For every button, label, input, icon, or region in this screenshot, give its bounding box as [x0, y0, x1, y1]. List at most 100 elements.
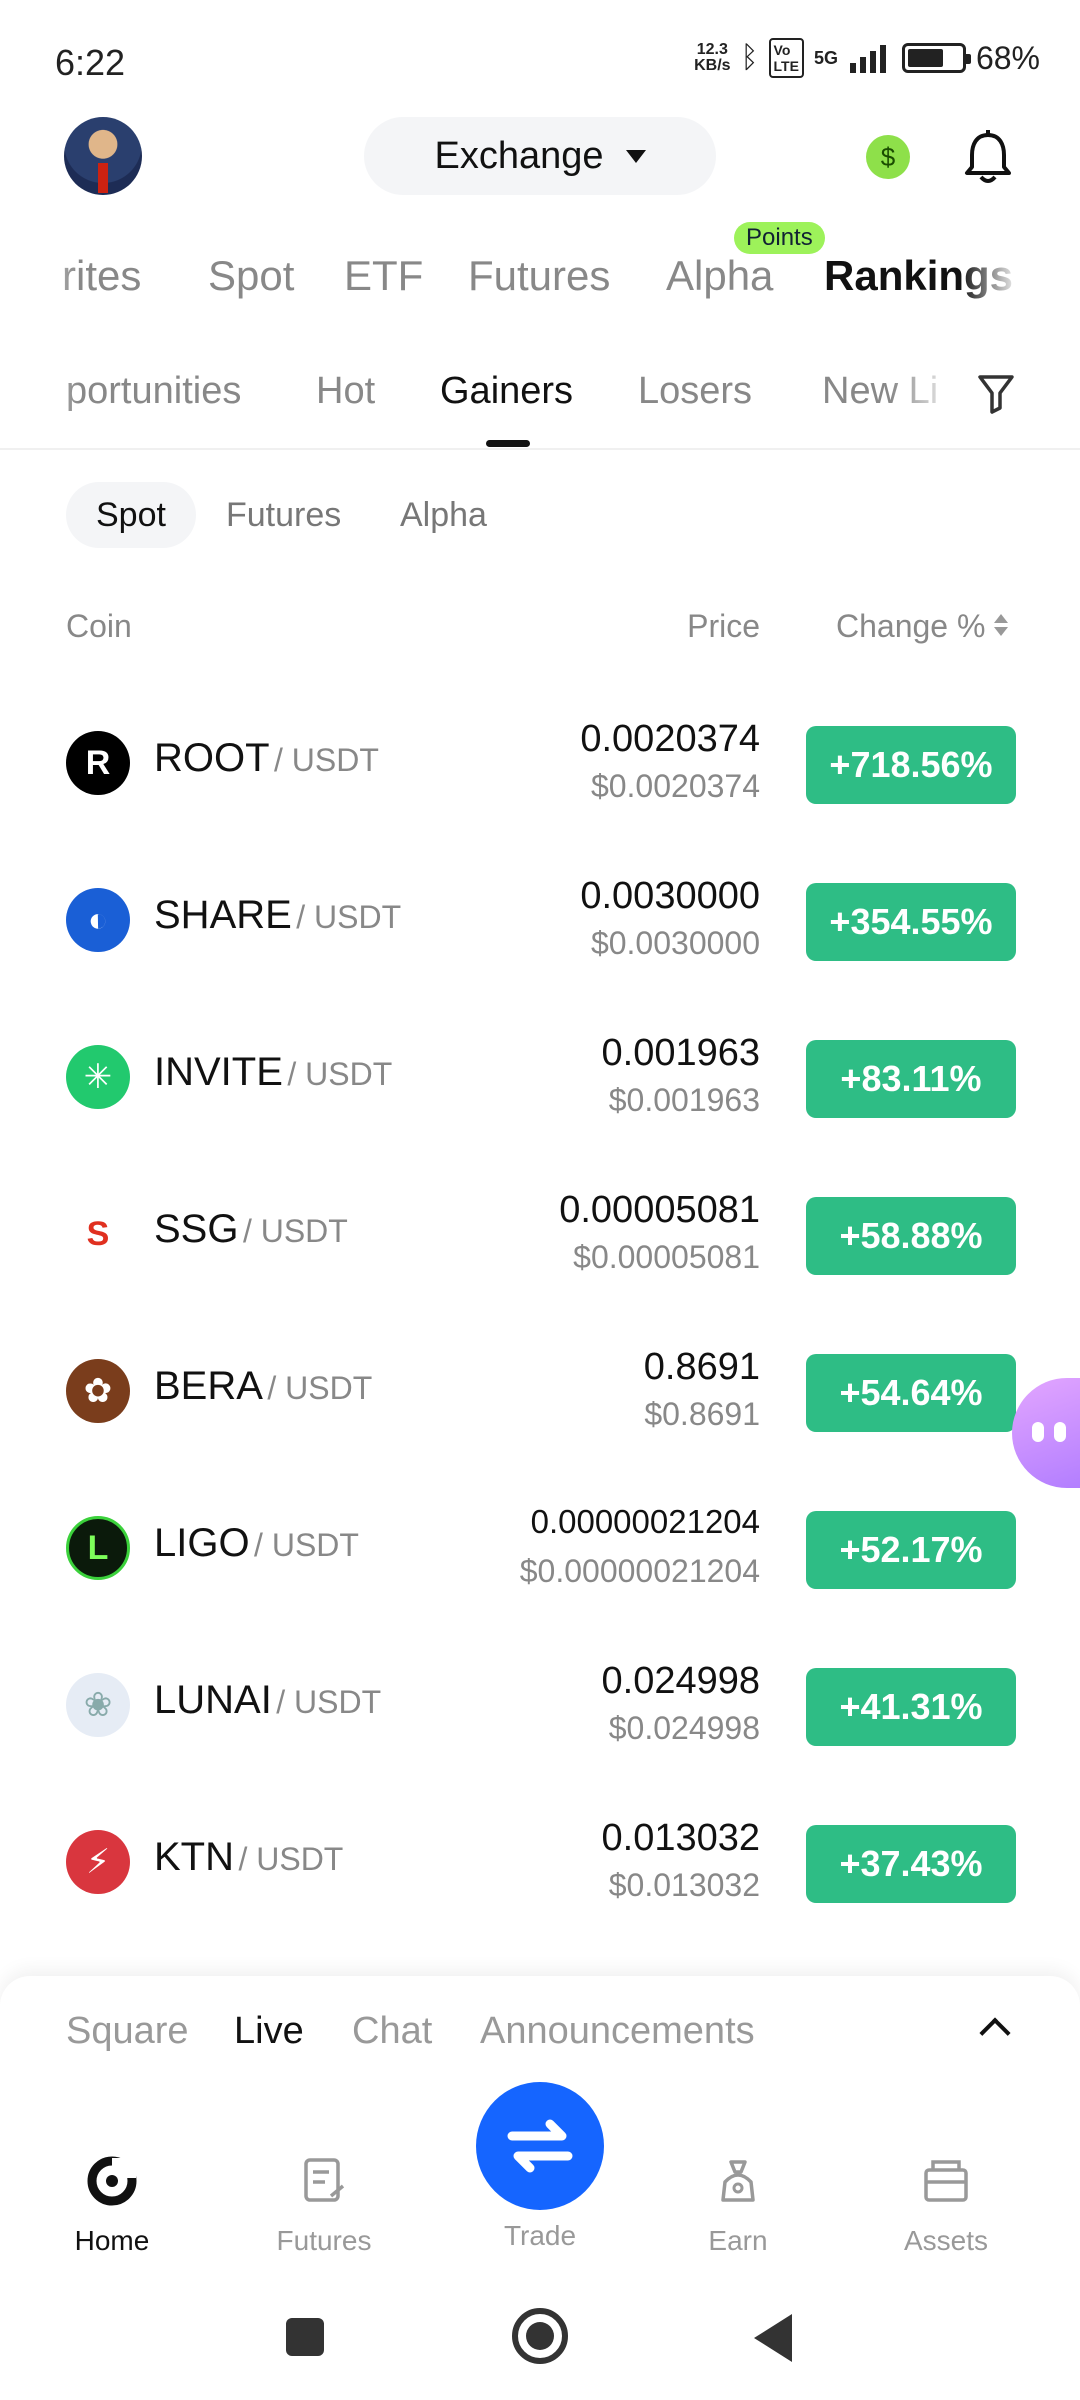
change-badge[interactable]: +83.11%	[806, 1040, 1016, 1118]
nav-trade-label[interactable]: Trade	[470, 2220, 610, 2252]
ranking-sub-tabs: portunities Hot Gainers Losers New Li	[0, 360, 960, 450]
divider	[0, 448, 1080, 450]
coin-logo-icon: ⚡	[66, 1830, 130, 1894]
nav-earn[interactable]: Earn	[668, 2156, 808, 2257]
column-price: Price	[687, 608, 760, 644]
exchange-selector[interactable]: Exchange	[364, 117, 716, 195]
pair-quote: / USDT	[274, 742, 379, 778]
futures-icon	[304, 2158, 345, 2202]
recents-icon[interactable]	[286, 2318, 324, 2356]
pair-base: LIGO	[154, 1521, 250, 1565]
coin-logo-icon: ✳	[66, 1045, 130, 1109]
feed-tab-live[interactable]: Live	[234, 2010, 304, 2053]
usd-price: $0.024998	[608, 1710, 760, 1746]
back-icon[interactable]	[754, 2314, 792, 2362]
home-circle-icon[interactable]	[512, 2308, 568, 2364]
pair-quote: / USDT	[276, 1684, 382, 1720]
tab-spot[interactable]: Spot	[208, 252, 294, 300]
assistant-eye-right	[1054, 1422, 1066, 1442]
subtabs-fade-right	[890, 360, 960, 440]
coin-logo-icon: ✿	[66, 1359, 130, 1423]
pair-base: INVITE	[154, 1050, 283, 1094]
filter-icon[interactable]	[976, 372, 1016, 414]
wallet-icon	[924, 2160, 968, 2202]
pair-quote: / USDT	[287, 1056, 393, 1092]
sub-tab-opportunities[interactable]: portunities	[66, 370, 241, 413]
trade-button[interactable]	[476, 2082, 604, 2210]
change-badge[interactable]: +41.31%	[806, 1668, 1016, 1746]
change-badge[interactable]: +54.64%	[806, 1354, 1016, 1432]
table-row[interactable]: ✳ INVITE / USDT 0.001963 $0.001963 +83.11%	[0, 1002, 1080, 1152]
home-icon	[87, 2156, 137, 2206]
chevron-up-icon[interactable]	[979, 2017, 1011, 2049]
usd-price: $0.00005081	[573, 1239, 760, 1275]
usd-price: $0.0030000	[590, 925, 760, 961]
tab-etf[interactable]: ETF	[344, 252, 423, 300]
bottom-nav: Home Futures Trade Earn Assets	[0, 2076, 1080, 2266]
coin-logo-icon: ❀	[66, 1673, 130, 1737]
table-row[interactable]: L LIGO / USDT 0.00000021204 $0.00000021204 +…	[0, 1473, 1080, 1623]
change-badge[interactable]: +354.55%	[806, 883, 1016, 961]
feed-tab-square[interactable]: Square	[66, 2010, 189, 2053]
coin-logo-icon: ◐	[66, 888, 130, 952]
table-row[interactable]: ◐ SHARE / USDT 0.0030000 $0.0030000 +354.55%	[0, 845, 1080, 995]
earn-icon	[721, 2160, 755, 2202]
network-type: 5G	[813, 47, 838, 68]
system-nav-bar	[0, 2270, 1080, 2400]
change-badge[interactable]: +718.56%	[806, 726, 1016, 804]
pair-base: LUNAI	[154, 1678, 272, 1722]
segment-futures[interactable]: Futures	[196, 482, 371, 548]
sort-icon[interactable]	[992, 612, 1010, 640]
bluetooth-icon: ᛒ	[740, 41, 759, 74]
pair-quote: / USDT	[296, 899, 402, 935]
pair-quote: / USDT	[254, 1527, 359, 1563]
segment-alpha[interactable]: Alpha	[370, 482, 517, 548]
pair-quote: / USDT	[242, 1213, 348, 1249]
tab-alpha[interactable]: Alpha	[666, 252, 773, 300]
coin-logo-icon: R	[66, 731, 130, 795]
trading-pair: LUNAI / USDT	[154, 1678, 381, 1723]
usd-price: $0.00000021204	[519, 1553, 760, 1589]
table-row[interactable]: R ROOT / USDT 0.0020374 $0.0020374 +718.56%	[0, 688, 1080, 838]
change-badge[interactable]: +58.88%	[806, 1197, 1016, 1275]
assistant-eye-left	[1032, 1422, 1044, 1442]
signal-icon	[849, 45, 886, 73]
sub-tab-hot[interactable]: Hot	[316, 370, 375, 413]
table-row[interactable]: ✿ BERA / USDT 0.8691 $0.8691 +54.64%	[0, 1316, 1080, 1466]
sub-tab-gainers[interactable]: Gainers	[440, 370, 573, 413]
caret-down-icon	[625, 149, 646, 163]
coin-icon[interactable]: $	[866, 135, 910, 179]
last-price: 0.00000021204	[530, 1503, 760, 1540]
header: Exchange $	[0, 115, 1080, 205]
nav-futures[interactable]: Futures	[254, 2156, 394, 2257]
avatar[interactable]	[64, 117, 142, 195]
column-change-sort[interactable]: Change %	[836, 608, 985, 645]
nav-assets[interactable]: Assets	[876, 2156, 1016, 2257]
feed-bar: Square Live Chat Announcements	[0, 1976, 1080, 2076]
nav-home[interactable]: Home	[42, 2156, 182, 2257]
segment-spot[interactable]: Spot	[66, 482, 196, 548]
feed-tab-announcements[interactable]: Announcements	[480, 2010, 755, 2053]
coin-logo-icon: S	[66, 1202, 130, 1266]
sub-tab-losers[interactable]: Losers	[638, 370, 752, 413]
change-badge[interactable]: +52.17%	[806, 1511, 1016, 1589]
change-badge[interactable]: +37.43%	[806, 1825, 1016, 1903]
tabs-fade-left	[0, 230, 80, 310]
usd-price: $0.013032	[608, 1867, 760, 1903]
pair-base: BERA	[154, 1364, 263, 1408]
feed-tab-chat[interactable]: Chat	[352, 2010, 432, 2053]
tabs-fade-right	[960, 230, 1020, 310]
bell-icon[interactable]	[962, 129, 1014, 185]
last-price: 0.013032	[601, 1817, 761, 1859]
pair-base: ROOT	[154, 736, 270, 780]
coin-logo-icon: L	[66, 1516, 130, 1580]
exchange-label: Exchange	[434, 134, 604, 177]
table-row[interactable]: S SSG / USDT 0.00005081 $0.00005081 +58.88%	[0, 1159, 1080, 1309]
subtabs-fade-left	[0, 360, 80, 440]
usd-price: $0.8691	[644, 1396, 760, 1432]
volte-icon: Vo LTE	[768, 38, 804, 78]
table-row[interactable]: ⚡ KTN / USDT 0.013032 $0.013032 +37.43%	[0, 1787, 1080, 1937]
tab-futures[interactable]: Futures	[468, 252, 610, 300]
table-row[interactable]: ❀ LUNAI / USDT 0.024998 $0.024998 +41.31%	[0, 1630, 1080, 1780]
trading-pair: ROOT / USDT	[154, 736, 379, 781]
